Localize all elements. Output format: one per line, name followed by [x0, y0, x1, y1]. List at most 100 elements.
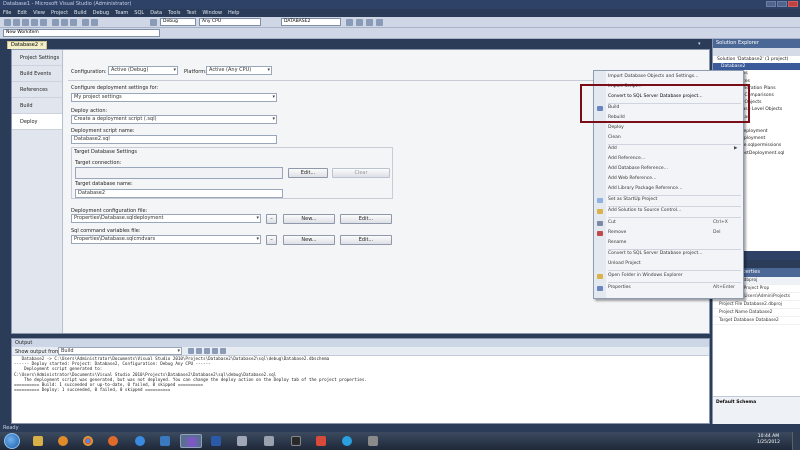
menu-build[interactable]: Build — [74, 9, 87, 17]
edit-connection-button[interactable]: Edit... — [288, 168, 328, 178]
property-row[interactable]: Project File Database2.dbproj — [713, 301, 800, 309]
menu-data[interactable]: Data — [150, 9, 162, 17]
menu-item-remove[interactable]: Remove Del — [608, 230, 720, 235]
tab-references[interactable]: References — [12, 82, 62, 98]
close-icon[interactable] — [788, 1, 798, 7]
platform-select-field[interactable]: Active (Any CPU) — [206, 66, 272, 75]
taskbar-word[interactable] — [205, 434, 227, 448]
platform-select[interactable]: Any CPU — [199, 18, 261, 26]
workitem-input[interactable]: New Workitem — [3, 29, 160, 37]
tab-close-icon[interactable]: × — [40, 42, 44, 49]
menu-item-clean[interactable]: Clean — [608, 135, 621, 140]
system-clock[interactable]: 10:44 AM 1/25/2012 — [757, 434, 780, 446]
menu-item-set-startup[interactable]: Set as StartUp Project — [608, 197, 657, 202]
show-desktop-button[interactable] — [792, 432, 800, 450]
menu-item-add[interactable]: Add ▶ — [608, 146, 738, 151]
sqlcmd-edit-button[interactable]: Edit... — [340, 235, 392, 245]
menu-item-add-database-reference[interactable]: Add Database Reference... — [608, 166, 668, 171]
menu-item-properties[interactable]: Properties Alt+Enter — [608, 285, 735, 290]
taskbar-visual-studio[interactable] — [180, 434, 202, 448]
copy-icon[interactable] — [61, 19, 68, 26]
open-icon[interactable] — [22, 19, 29, 26]
menu-item-add-package-reference[interactable]: Add Library Package Reference... — [608, 186, 682, 191]
taskbar-camera[interactable] — [362, 434, 384, 448]
cut-icon[interactable] — [52, 19, 59, 26]
taskbar-tools[interactable] — [258, 434, 280, 448]
taskbar-media[interactable] — [52, 434, 74, 448]
toolbox-icon[interactable] — [376, 19, 383, 26]
menu-team[interactable]: Team — [115, 9, 128, 17]
menu-item-open-folder[interactable]: Open Folder in Windows Explorer — [608, 273, 683, 278]
tab-dropdown-icon[interactable]: ▾ — [698, 41, 704, 47]
menu-view[interactable]: View — [33, 9, 45, 17]
deploy-config-edit-button[interactable]: Edit... — [340, 214, 392, 224]
tab-database2[interactable]: Database2 × — [7, 41, 47, 49]
menu-item-cut[interactable]: Cut Ctrl+X — [608, 220, 728, 225]
add-item-icon[interactable] — [13, 19, 20, 26]
taskbar-terminal[interactable] — [285, 434, 307, 448]
undo-icon[interactable] — [82, 19, 89, 26]
find-icon[interactable] — [346, 19, 353, 26]
menu-window[interactable]: Window — [202, 9, 222, 17]
save-icon[interactable] — [31, 19, 38, 26]
configure-for-select[interactable]: My project settings — [71, 93, 277, 102]
menu-item-add-reference[interactable]: Add Reference... — [608, 156, 645, 161]
tab-build[interactable]: Build — [12, 98, 62, 114]
menu-debug[interactable]: Debug — [93, 9, 109, 17]
menu-tools[interactable]: Tools — [168, 9, 180, 17]
tab-build-events[interactable]: Build Events — [12, 66, 62, 82]
menu-item-convert-sql-project-2[interactable]: Convert to SQL Server Database project..… — [608, 251, 703, 256]
tab-project-settings[interactable]: Project Settings — [12, 50, 62, 66]
start-debug-icon[interactable] — [150, 19, 157, 26]
deploy-action-select[interactable]: Create a deployment script (.sql) — [71, 115, 277, 124]
script-name-input[interactable]: Database2.sql — [71, 135, 277, 144]
taskbar-mail[interactable] — [154, 434, 176, 448]
property-row[interactable]: Target Database Database2 — [713, 317, 800, 325]
deploy-config-new-button[interactable]: New... — [283, 214, 335, 224]
redo-icon[interactable] — [91, 19, 98, 26]
taskbar-explorer[interactable] — [27, 434, 49, 448]
prev-message-icon[interactable] — [196, 348, 202, 354]
taskbar-firefox[interactable] — [102, 434, 124, 448]
menu-help[interactable]: Help — [228, 9, 239, 17]
menu-test[interactable]: Test — [186, 9, 196, 17]
tree-item[interactable]: Solution 'Database2' (1 project) — [713, 56, 800, 63]
taskbar-ie[interactable] — [129, 434, 151, 448]
properties-icon[interactable] — [366, 19, 373, 26]
word-wrap-icon[interactable] — [220, 348, 226, 354]
deploy-config-remove-button[interactable]: – — [266, 214, 277, 224]
target-db-input[interactable]: Database2 — [75, 189, 283, 198]
next-message-icon[interactable] — [204, 348, 210, 354]
menu-project[interactable]: Project — [51, 9, 68, 17]
show-output-select[interactable]: Build — [58, 347, 182, 355]
new-project-icon[interactable] — [4, 19, 11, 26]
tab-deploy[interactable]: Deploy — [12, 114, 62, 130]
configuration-select[interactable]: Active (Debug) — [108, 66, 178, 75]
sqlcmd-remove-button[interactable]: – — [266, 235, 277, 245]
menu-sql[interactable]: SQL — [134, 9, 144, 17]
taskbar-app[interactable] — [231, 434, 253, 448]
sqlcmd-new-button[interactable]: New... — [283, 235, 335, 245]
find-message-icon[interactable] — [188, 348, 194, 354]
paste-icon[interactable] — [70, 19, 77, 26]
config-select[interactable]: Debug — [160, 18, 196, 26]
sqlcmd-select[interactable]: Properties\Database.sqlcmdvars — [71, 235, 261, 244]
taskbar-gift[interactable] — [310, 434, 332, 448]
menu-edit[interactable]: Edit — [17, 9, 27, 17]
minimize-icon[interactable] — [766, 1, 776, 7]
maximize-icon[interactable] — [777, 1, 787, 7]
start-button[interactable] — [4, 433, 20, 449]
taskbar-chrome[interactable] — [77, 434, 99, 448]
target-select[interactable]: DATABASE2 — [281, 18, 341, 26]
menu-item-rename[interactable]: Rename — [608, 240, 626, 245]
menu-item-add-source-control[interactable]: Add Solution to Source Control... — [608, 208, 681, 213]
menu-item-deploy[interactable]: Deploy — [608, 125, 624, 130]
clear-connection-button[interactable]: Clear — [332, 168, 390, 178]
taskbar-skype[interactable] — [336, 434, 358, 448]
solution-explorer-icon[interactable] — [356, 19, 363, 26]
menu-item-add-web-reference[interactable]: Add Web Reference... — [608, 176, 656, 181]
clear-all-icon[interactable] — [212, 348, 218, 354]
save-all-icon[interactable] — [40, 19, 47, 26]
property-row[interactable]: Project Name Database2 — [713, 309, 800, 317]
menu-item-import-database-objects[interactable]: Import Database Objects and Settings... — [608, 74, 698, 79]
